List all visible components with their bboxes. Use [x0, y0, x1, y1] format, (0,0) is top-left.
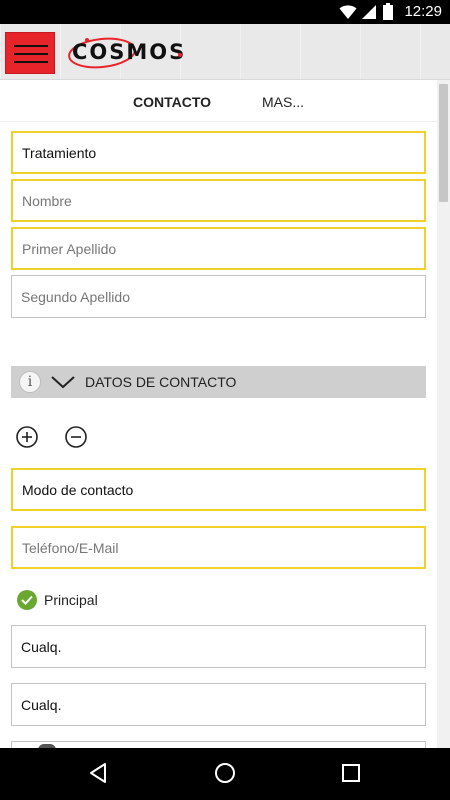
nombre-input[interactable] [22, 192, 415, 209]
content-panel: CONTACTO MAS... Tratamiento i DATOS DE C… [0, 80, 437, 748]
check-icon [17, 590, 37, 610]
svg-text:COSMOS: COSMOS [72, 40, 186, 64]
recents-icon[interactable] [342, 764, 360, 782]
info-icon[interactable]: i [19, 371, 41, 393]
telefono-email-input[interactable] [22, 539, 415, 556]
tratamiento-value: Tratamiento [22, 144, 97, 161]
back-icon[interactable] [88, 762, 108, 784]
signal-icon [362, 5, 376, 19]
cualq-value-2: Cualq. [21, 696, 62, 713]
cosmos-logo: COSMOS [68, 37, 186, 69]
battery-icon [383, 3, 393, 20]
tab-contacto[interactable]: CONTACTO [133, 94, 211, 110]
modo-contacto-select[interactable]: Modo de contacto [11, 468, 426, 511]
cualq-select-2[interactable]: Cualq. [11, 683, 426, 726]
segundo-apellido-input[interactable] [21, 288, 416, 305]
modo-contacto-value: Modo de contacto [22, 481, 134, 498]
menu-button[interactable] [5, 32, 55, 74]
primer-apellido-input[interactable] [22, 240, 415, 257]
principal-checkbox[interactable]: Principal [17, 590, 98, 610]
section-title: DATOS DE CONTACTO [85, 374, 237, 390]
app-header: COSMOS [0, 24, 450, 80]
nombre-field[interactable] [11, 179, 426, 222]
telefono-email-field[interactable] [11, 526, 426, 569]
cualq-select-1[interactable]: Cualq. [11, 625, 426, 668]
partial-row [11, 741, 426, 748]
tab-bar: CONTACTO MAS... [0, 80, 437, 122]
add-contact-icon[interactable] [16, 426, 38, 448]
primer-apellido-field[interactable] [11, 227, 426, 270]
cualq-value-1: Cualq. [21, 638, 62, 655]
status-bar: 12:29 [0, 0, 450, 24]
home-icon[interactable] [214, 762, 236, 784]
segundo-apellido-field[interactable] [11, 275, 426, 318]
chevron-down-icon [51, 376, 75, 389]
clock: 12:29 [404, 3, 442, 20]
wifi-icon [339, 5, 357, 19]
datos-contacto-section[interactable]: i DATOS DE CONTACTO [11, 366, 426, 398]
tratamiento-select[interactable]: Tratamiento [11, 131, 426, 174]
remove-contact-icon[interactable] [65, 426, 87, 448]
principal-label: Principal [44, 592, 98, 608]
scrollbar-thumb[interactable] [439, 84, 448, 202]
tab-mas[interactable]: MAS... [262, 94, 304, 110]
navigation-bar [0, 748, 450, 800]
